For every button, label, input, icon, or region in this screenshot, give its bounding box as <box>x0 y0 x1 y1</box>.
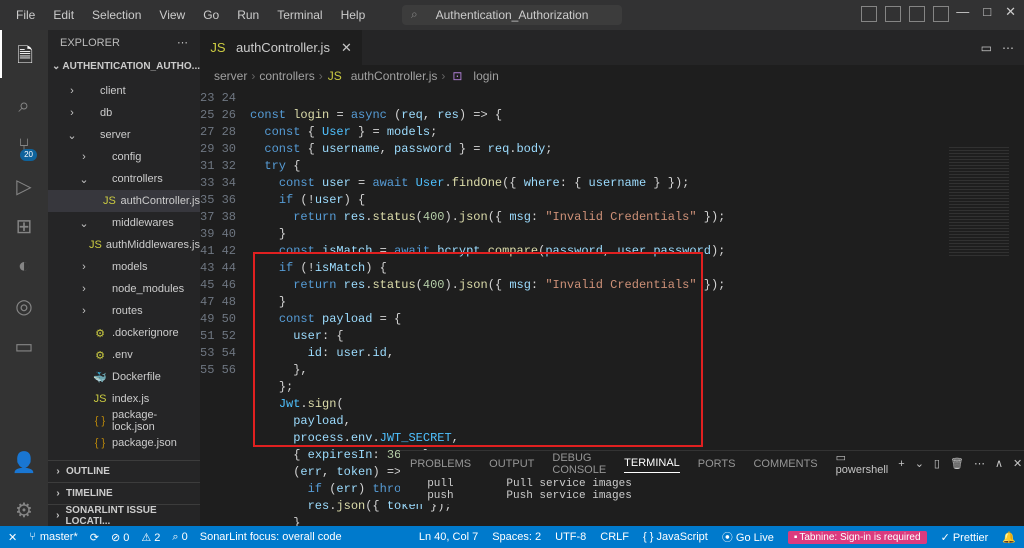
sidebar-header: EXPLORER⋯ <box>48 30 200 55</box>
menu-view[interactable]: View <box>151 4 193 26</box>
menu-file[interactable]: File <box>8 4 43 26</box>
tree-item[interactable]: ›client <box>48 80 200 102</box>
new-terminal-icon[interactable]: + <box>898 458 904 470</box>
eol-item[interactable]: CRLF <box>600 531 629 543</box>
indent-item[interactable]: Spaces: 2 <box>492 531 541 543</box>
errors-item[interactable]: ⊘ 0 <box>111 531 129 544</box>
menu-bar: FileEditSelectionViewGoRunTerminalHelp <box>8 4 373 26</box>
golive-item[interactable]: ⦿ Go Live <box>722 529 774 545</box>
terminal-body[interactable]: pull Pull service images push Push servi… <box>400 476 1024 504</box>
minimap[interactable] <box>949 147 1009 257</box>
warnings-item[interactable]: ⚠ 2 <box>141 531 160 544</box>
panel-tab-debug-console[interactable]: DEBUG CONSOLE <box>552 452 606 476</box>
window-control[interactable]: □ <box>983 4 991 20</box>
menu-selection[interactable]: Selection <box>84 4 149 26</box>
panel-tab-comments[interactable]: COMMENTS <box>753 458 817 470</box>
window-control[interactable]: — <box>956 4 969 20</box>
encoding-item[interactable]: UTF-8 <box>555 531 586 543</box>
close-icon[interactable]: ✕ <box>341 40 352 56</box>
more-actions-icon[interactable]: ⋯ <box>177 36 188 49</box>
tab-actions[interactable]: ▭⋯ <box>981 41 1024 55</box>
tree-item[interactable]: ⌄server <box>48 124 200 146</box>
tree-item[interactable]: { }package.json <box>48 432 200 454</box>
panel-tab-output[interactable]: OUTPUT <box>489 458 534 470</box>
remote-icon[interactable]: ✕ <box>8 531 17 544</box>
tree-item[interactable]: ⚙.env <box>48 344 200 366</box>
extensions-icon[interactable]: ⊞ <box>12 214 36 238</box>
tree-item[interactable]: 🐳Dockerfile <box>48 366 200 388</box>
terminal-profile[interactable]: ▭ powershell <box>836 451 889 476</box>
panel: PROBLEMS OUTPUT DEBUG CONSOLE TERMINAL PORTS… <box>400 450 1024 504</box>
title-bar: FileEditSelectionViewGoRunTerminalHelp ←… <box>0 0 1024 30</box>
sidebar-panel-outline[interactable]: ›OUTLINE <box>48 460 200 482</box>
source-control-icon[interactable]: ⑂20 <box>12 134 36 158</box>
language-item[interactable]: { } JavaScript <box>643 531 708 543</box>
docker-icon[interactable]: ◐ <box>12 254 36 278</box>
tree-item[interactable]: JSauthMiddlewares.js <box>48 234 200 256</box>
tree-item[interactable]: ⌄controllers <box>48 168 200 190</box>
tree-item[interactable]: ›routes <box>48 300 200 322</box>
sonar-focus[interactable]: SonarLint focus: overall code <box>200 531 342 543</box>
bell-icon[interactable]: 🔔 <box>1002 531 1016 544</box>
tree-item[interactable]: ›db <box>48 102 200 124</box>
run-debug-icon[interactable]: ▷ <box>12 174 36 198</box>
window-controls[interactable]: — □ ✕ <box>956 4 1016 20</box>
menu-terminal[interactable]: Terminal <box>269 4 330 26</box>
menu-help[interactable]: Help <box>333 4 374 26</box>
file-tree: ›client›db⌄server›config⌄controllersJSau… <box>48 77 200 460</box>
tree-item[interactable]: ⚙.dockerignore <box>48 322 200 344</box>
sidebar-panel-sonarlint[interactable]: ›SONARLINT ISSUE LOCATI... <box>48 504 200 526</box>
js-file-icon: JS <box>210 40 226 55</box>
tab-authcontroller[interactable]: JS authController.js ✕ <box>200 30 363 65</box>
tree-item[interactable]: JSindex.js <box>48 388 200 410</box>
trash-icon[interactable]: 🗑 <box>950 457 964 470</box>
tree-item[interactable]: ›config <box>48 146 200 168</box>
tree-item[interactable]: ›node_modules <box>48 278 200 300</box>
misc-icon[interactable]: ▭ <box>12 334 36 358</box>
panel-tab-terminal[interactable]: TERMINAL <box>624 457 680 473</box>
tree-item[interactable]: { }package-lock.json <box>48 410 200 432</box>
tree-item[interactable]: ›models <box>48 256 200 278</box>
panel-tab-problems[interactable]: PROBLEMS <box>410 458 471 470</box>
project-root[interactable]: ⌄AUTHENTICATION_AUTHO... <box>48 55 200 77</box>
side-bar: EXPLORER⋯ ⌄AUTHENTICATION_AUTHO... ›clie… <box>48 30 200 526</box>
settings-gear-icon[interactable]: ⚙ <box>12 498 36 522</box>
tree-item[interactable]: ⌄middlewares <box>48 212 200 234</box>
close-panel-icon[interactable]: ✕ <box>1013 457 1022 470</box>
prettier-item[interactable]: ✓ Prettier <box>941 531 989 544</box>
tab-bar: JS authController.js ✕ ▭⋯ <box>200 30 1024 65</box>
activity-bar: 🗎 ⌕ ⑂20 ▷ ⊞ ◐ ◎ ▭ 👤 ⚙ <box>0 30 48 526</box>
tabnine-badge[interactable]: ▪ Tabnine: Sign-in is required <box>788 531 927 544</box>
layout-icons[interactable] <box>861 6 949 22</box>
search-icon[interactable]: ⌕ <box>12 94 36 118</box>
tree-item[interactable]: JSauthController.js <box>48 190 200 212</box>
line-gutter: 23 24 25 26 27 28 29 30 31 32 33 34 35 3… <box>200 87 250 526</box>
explorer-icon[interactable]: 🗎 <box>0 30 48 78</box>
account-icon[interactable]: 👤 <box>12 450 36 474</box>
window-control[interactable]: ✕ <box>1005 4 1016 20</box>
editor-group: JS authController.js ✕ ▭⋯ server›control… <box>200 30 1024 526</box>
sonar-icon[interactable]: ◎ <box>12 294 36 318</box>
panel-tabs: PROBLEMS OUTPUT DEBUG CONSOLE TERMINAL PORTS… <box>400 451 1024 476</box>
port-item[interactable]: ⌕ 0 <box>172 531 187 544</box>
cursor-pos[interactable]: Ln 40, Col 7 <box>419 531 478 543</box>
command-center[interactable]: Authentication_Authorization <box>402 5 622 25</box>
menu-run[interactable]: Run <box>229 4 267 26</box>
sidebar-panel-timeline[interactable]: ›TIMELINE <box>48 482 200 504</box>
menu-go[interactable]: Go <box>195 4 227 26</box>
panel-tab-ports[interactable]: PORTS <box>698 458 736 470</box>
status-bar: ✕ ⑂ master* ⟳ ⊘ 0 ⚠ 2 ⌕ 0 SonarLint focu… <box>0 526 1024 548</box>
breadcrumb[interactable]: server›controllers›JSauthController.js›⊡… <box>200 65 1024 87</box>
split-terminal-icon[interactable]: ▯ <box>934 457 940 470</box>
menu-edit[interactable]: Edit <box>45 4 82 26</box>
sync-icon[interactable]: ⟳ <box>90 531 99 544</box>
branch-item[interactable]: ⑂ master* <box>29 531 78 543</box>
